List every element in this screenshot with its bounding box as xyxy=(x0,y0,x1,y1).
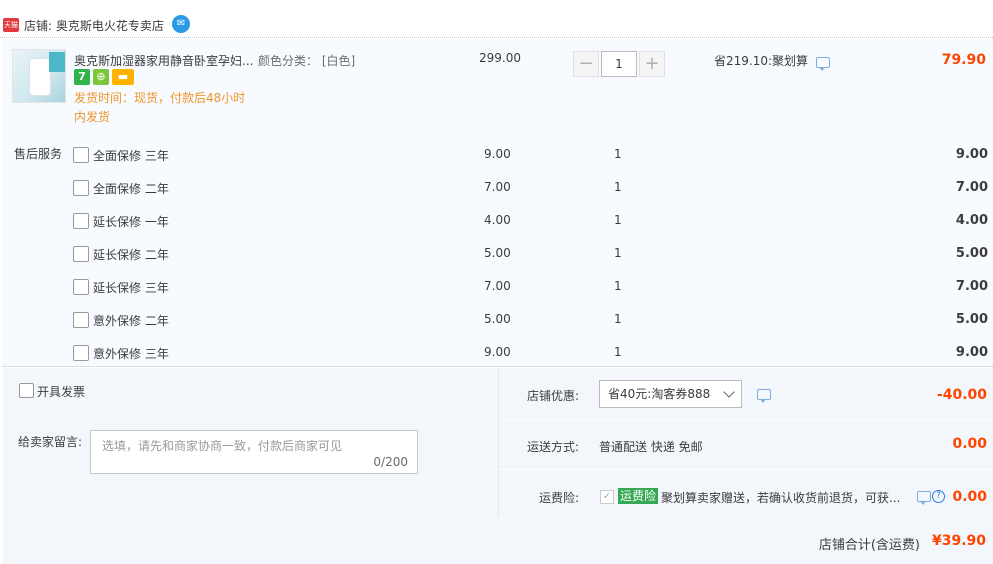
service-name: 延长保修 二年 xyxy=(93,248,169,262)
comment-icon[interactable] xyxy=(917,491,931,505)
savings-text: 省219.10:聚划算 xyxy=(714,54,809,68)
service-name: 意外保修 三年 xyxy=(93,347,169,361)
service-row: 意外保修 二年 5.00 1 5.00 xyxy=(3,309,993,342)
shop-total-row: 店铺合计(含运费) ¥39.90 xyxy=(3,516,993,564)
service-name: 全面保修 二年 xyxy=(93,182,169,196)
seller-message-input[interactable]: 选填，请先和商家协商一致，付款后商家可见 0/200 xyxy=(90,430,418,474)
quantity-stepper: − 1 + xyxy=(573,51,665,77)
insurance-checkbox[interactable]: ✓ xyxy=(600,490,614,504)
quantity-input[interactable]: 1 xyxy=(601,51,637,77)
service-qty: 1 xyxy=(614,279,622,293)
message-char-count: 0/200 xyxy=(373,455,408,469)
service-checkbox[interactable] xyxy=(73,213,89,229)
service-checkbox[interactable] xyxy=(73,279,89,295)
service-total: 4.00 xyxy=(955,213,988,228)
tmall-badge: 天猫 xyxy=(3,18,19,32)
shop-header: 天猫 店铺: 奥克斯电火花专卖店 ✉ xyxy=(0,0,993,38)
sku-info: 颜色分类： [白色] xyxy=(258,54,356,68)
service-price: 9.00 xyxy=(484,147,511,161)
service-name: 延长保修 三年 xyxy=(93,281,169,295)
thumbnail-tag-shape xyxy=(49,52,65,72)
service-checkbox[interactable] xyxy=(73,345,89,361)
service-qty: 1 xyxy=(614,246,622,260)
chevron-down-icon xyxy=(723,386,735,398)
service-qty: 1 xyxy=(614,312,622,326)
service-name: 延长保修 一年 xyxy=(93,215,169,229)
insurance-amount: 0.00 xyxy=(952,489,987,505)
insurance-label: 运费险: xyxy=(538,491,579,505)
unit-price: 299.00 xyxy=(479,51,521,65)
service-name: 全面保修 三年 xyxy=(93,149,169,163)
chat-wangwang-icon[interactable]: ✉ xyxy=(172,15,190,33)
service-row: 延长保修 二年 5.00 1 5.00 xyxy=(3,243,993,276)
qty-decrease-button[interactable]: − xyxy=(573,51,599,77)
service-total: 5.00 xyxy=(955,246,988,261)
service-qty: 1 xyxy=(614,213,622,227)
order-footer: 开具发票 给卖家留言: 选填，请先和商家协商一致，付款后商家可见 0/200 店… xyxy=(3,368,993,564)
shipping-label: 运送方式: xyxy=(526,440,579,454)
coupon-label: 店铺优惠: xyxy=(526,389,579,403)
service-total: 9.00 xyxy=(955,147,988,162)
order-item: 奥克斯加湿器家用静音卧室孕妇... 7 ⊕ ▬ 发货时间：现货，付款后48小时内… xyxy=(3,39,993,367)
service-row: 全面保修 三年 9.00 1 9.00 xyxy=(3,144,993,177)
service-price: 9.00 xyxy=(484,345,511,359)
shop-total-value: ¥39.90 xyxy=(931,533,986,549)
invoice-label: 开具发票 xyxy=(37,385,86,399)
shipping-method: 普通配送 快递 免邮 xyxy=(599,440,703,454)
coupon-selected-value: 省40元:淘客券888 xyxy=(608,387,711,401)
service-price: 5.00 xyxy=(484,246,511,260)
item-total: 79.90 xyxy=(941,52,986,68)
shop-name-link[interactable]: 店铺: 奥克斯电火花专卖店 xyxy=(24,17,164,34)
service-checkbox[interactable] xyxy=(73,180,89,196)
service-row: 延长保修 三年 7.00 1 7.00 xyxy=(3,276,993,309)
shop-total-label: 店铺合计(含运费) xyxy=(818,538,920,553)
guarantee-icon[interactable]: ⊕ xyxy=(93,69,109,85)
service-checkbox[interactable] xyxy=(73,312,89,328)
comment-icon[interactable] xyxy=(816,57,830,71)
service-badges: 7 ⊕ ▬ xyxy=(74,69,134,87)
thumbnail-product-shape xyxy=(29,58,51,96)
invoice-checkbox[interactable] xyxy=(19,383,34,398)
coupon-amount: -40.00 xyxy=(936,387,987,403)
service-total: 7.00 xyxy=(955,279,988,294)
order-options-panel: 店铺优惠: 省40元:淘客券888 -40.00 运送方式: 普通配送 快递 免… xyxy=(498,368,993,516)
service-checkbox[interactable] xyxy=(73,147,89,163)
service-row: 延长保修 一年 4.00 1 4.00 xyxy=(3,210,993,243)
ship-time: 发货时间：现货，付款后48小时内发货 xyxy=(74,91,246,124)
qty-increase-button[interactable]: + xyxy=(639,51,665,77)
help-icon[interactable]: ? xyxy=(932,490,945,503)
coupon-row: 店铺优惠: 省40元:淘客券888 -40.00 xyxy=(499,368,993,420)
service-total: 7.00 xyxy=(955,180,988,195)
service-qty: 1 xyxy=(614,147,622,161)
service-total: 5.00 xyxy=(955,312,988,327)
insurance-row: 运费险: ✓ 运费险 聚划算卖家赠送，若确认收货前退货，可获... ? 0.00 xyxy=(499,470,993,516)
service-qty: 1 xyxy=(614,180,622,194)
service-name: 意外保修 二年 xyxy=(93,314,169,328)
shipping-row: 运送方式: 普通配送 快递 免邮 0.00 xyxy=(499,420,993,470)
service-qty: 1 xyxy=(614,345,622,359)
service-row: 全面保修 二年 7.00 1 7.00 xyxy=(3,177,993,210)
service-total: 9.00 xyxy=(955,345,988,360)
service-checkbox[interactable] xyxy=(73,246,89,262)
insurance-description: 聚划算卖家赠送，若确认收货前退货，可获... xyxy=(661,491,901,505)
service-price: 7.00 xyxy=(484,180,511,194)
service-price: 7.00 xyxy=(484,279,511,293)
service-price: 4.00 xyxy=(484,213,511,227)
message-placeholder: 选填，请先和商家协商一致，付款后商家可见 xyxy=(102,439,343,453)
comment-icon[interactable] xyxy=(757,389,771,403)
product-title-link[interactable]: 奥克斯加湿器家用静音卧室孕妇... xyxy=(74,52,254,69)
shipping-amount: 0.00 xyxy=(952,436,987,452)
service-price: 5.00 xyxy=(484,312,511,326)
product-thumbnail[interactable] xyxy=(12,49,66,103)
insurance-tag: 运费险 xyxy=(618,488,659,504)
seven-day-return-icon[interactable]: 7 xyxy=(74,69,90,85)
message-label: 给卖家留言: xyxy=(18,435,83,449)
credit-card-icon[interactable]: ▬ xyxy=(112,69,134,85)
coupon-select[interactable]: 省40元:淘客券888 xyxy=(599,380,742,408)
